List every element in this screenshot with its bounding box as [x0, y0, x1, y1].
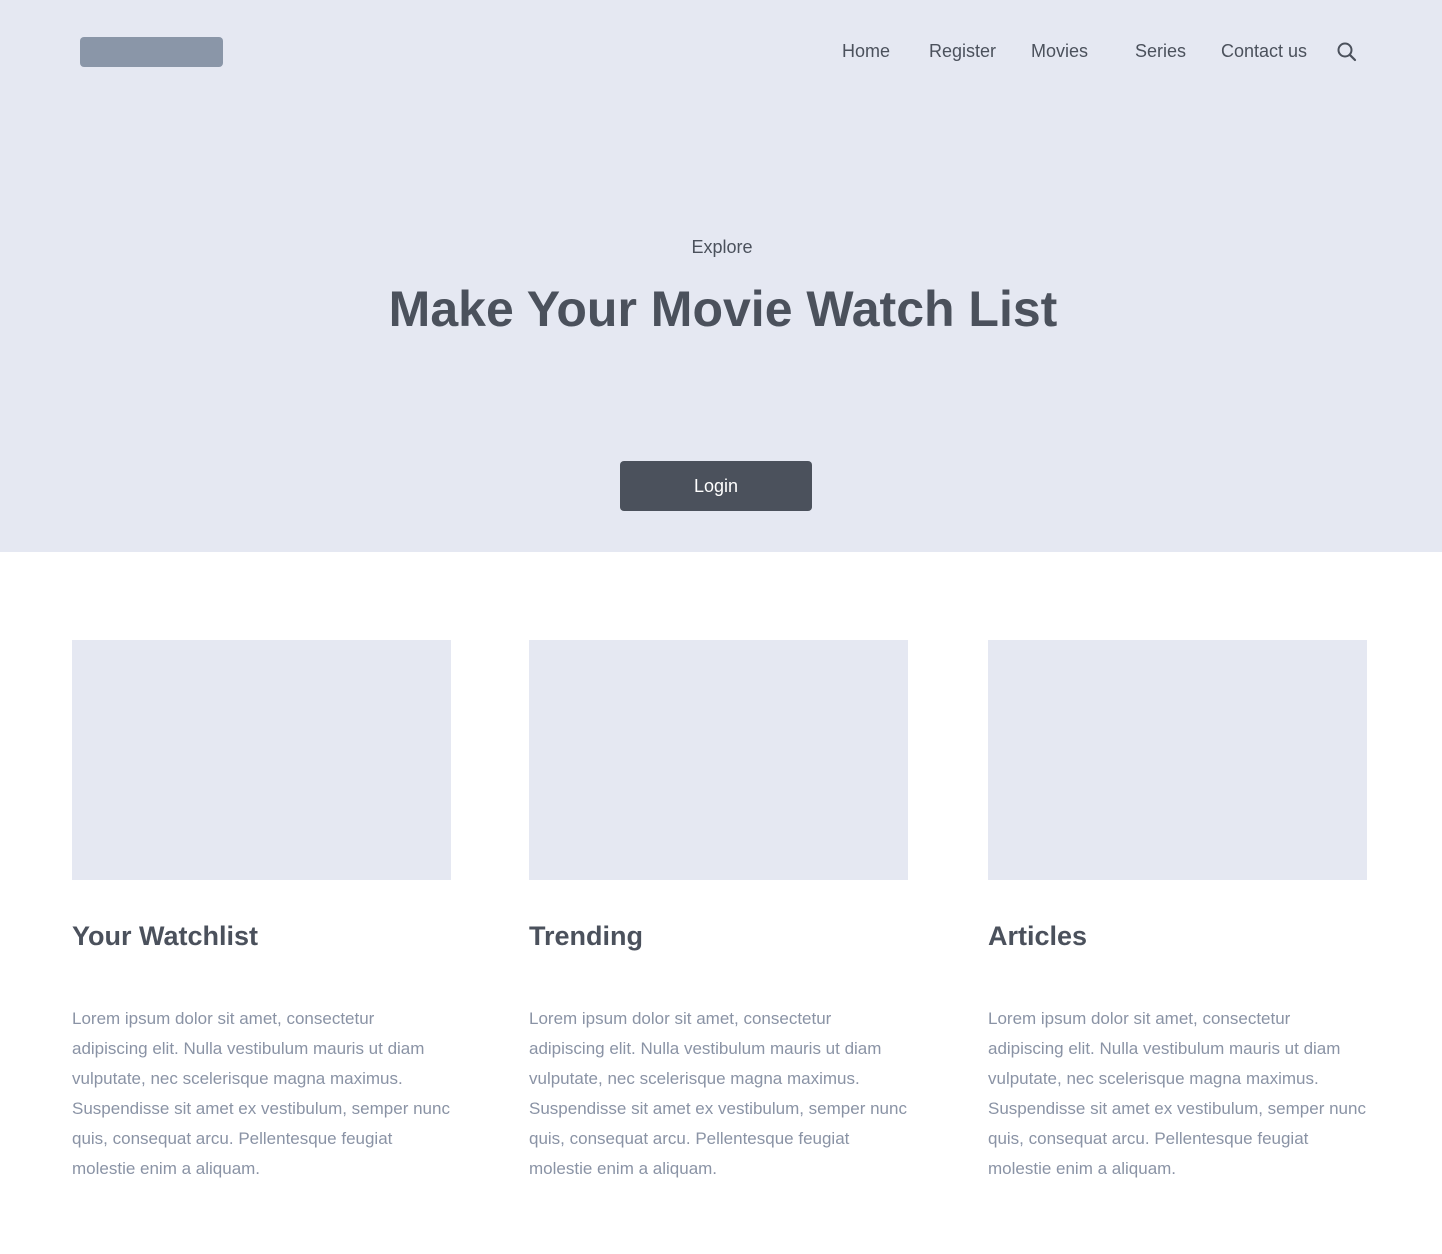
main-nav: Home Register Movies Series Contact us	[0, 38, 1442, 64]
card-title: Your Watchlist	[72, 921, 259, 951]
login-button[interactable]: Login	[620, 461, 812, 511]
card-image-placeholder	[72, 640, 451, 880]
nav-contact-link[interactable]: Contact us	[1221, 38, 1307, 64]
card-articles: Articles Lorem ipsum dolor sit amet, con…	[988, 640, 1367, 1184]
card-text: Lorem ipsum dolor sit amet, consectetur …	[988, 1009, 1366, 1178]
hero-section: Home Register Movies Series Contact us E…	[0, 0, 1442, 552]
nav-home-link[interactable]: Home	[842, 38, 890, 64]
card-trending: Trending Lorem ipsum dolor sit amet, con…	[529, 640, 908, 1184]
nav-series-link[interactable]: Series	[1135, 38, 1186, 64]
card-title: Trending	[529, 921, 643, 951]
card-watchlist: Your Watchlist Lorem ipsum dolor sit ame…	[72, 640, 451, 1184]
card-image-placeholder	[988, 640, 1367, 880]
hero-title: Make Your Movie Watch List	[388, 281, 1058, 337]
search-icon[interactable]	[1336, 41, 1358, 63]
card-title: Articles	[988, 921, 1088, 951]
card-text: Lorem ipsum dolor sit amet, consectetur …	[529, 1009, 907, 1178]
card-image-placeholder	[529, 640, 908, 880]
nav-movies-link[interactable]: Movies	[1031, 38, 1088, 64]
nav-register-link[interactable]: Register	[929, 38, 996, 64]
card-text: Lorem ipsum dolor sit amet, consectetur …	[72, 1009, 450, 1178]
hero-eyebrow: Explore	[691, 237, 753, 257]
